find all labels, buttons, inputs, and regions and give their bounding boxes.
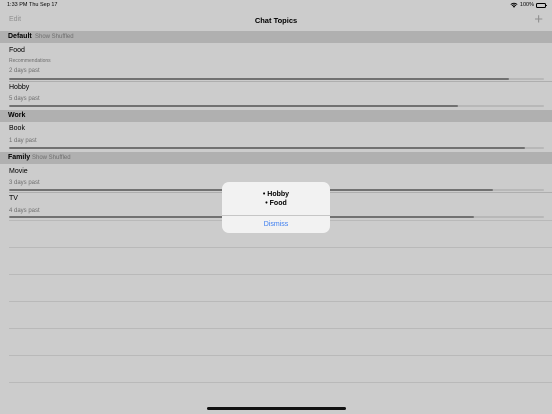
alert-item: • Food <box>265 200 287 207</box>
home-indicator <box>207 407 346 410</box>
dismiss-button[interactable]: Dismiss <box>222 216 330 233</box>
shuffled-topics-alert: • Hobby • Food Dismiss <box>222 182 330 233</box>
alert-item: • Hobby <box>262 191 290 198</box>
